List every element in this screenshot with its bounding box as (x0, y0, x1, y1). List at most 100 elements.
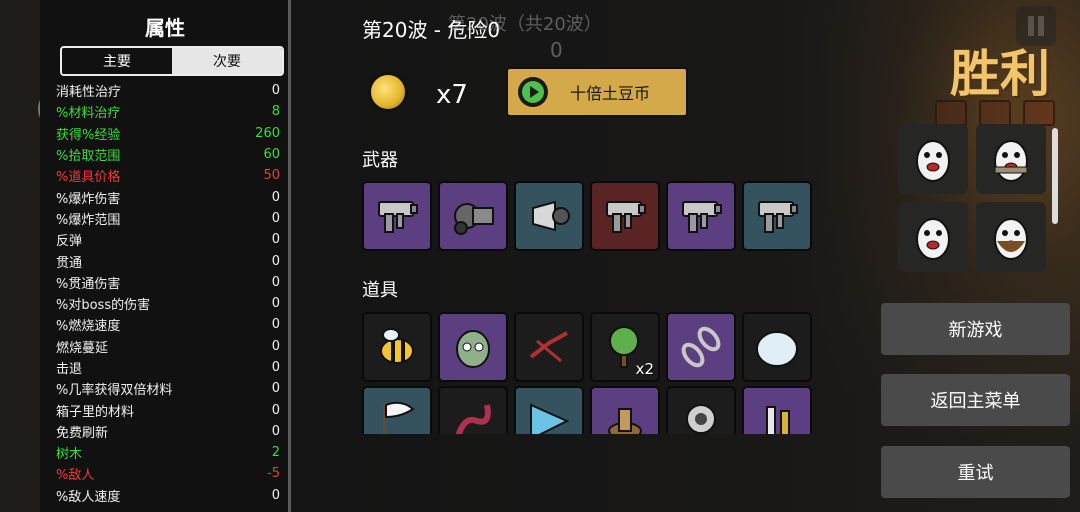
character-slot[interactable] (976, 124, 1046, 194)
stat-row: 箱子里的材料 0 (56, 399, 280, 420)
inventory-slot[interactable] (742, 181, 812, 251)
inventory-slot[interactable] (666, 312, 736, 382)
stat-value: 0 (271, 423, 280, 439)
stat-value: 0 (271, 296, 280, 312)
stat-row: %燃烧速度 0 (56, 314, 280, 335)
stats-list[interactable]: 消耗性治疗 0 %材料治疗 8 获得%经验 260 %拾取范围 60 %道具价格 50 %爆炸伤害 0… (56, 80, 280, 506)
wave-title: 第20波 - 危险0 (362, 18, 501, 42)
stat-label: 箱子里的材料 (56, 404, 135, 420)
stat-label: 获得%经验 (56, 127, 121, 143)
stat-label: %材料治疗 (56, 106, 121, 122)
stat-row: %材料治疗 8 (56, 101, 280, 122)
inventory-slot[interactable] (666, 386, 736, 434)
stat-row: 免费刷新 0 (56, 421, 280, 442)
stat-row: %对boss的伤害 0 (56, 293, 280, 314)
inventory-slot[interactable]: x2 (590, 312, 660, 382)
new-game-button[interactable]: 新游戏 (881, 303, 1070, 355)
tentacle-icon (455, 404, 491, 434)
stat-row: %爆炸伤害 0 (56, 186, 280, 207)
stat-value: 0 (271, 210, 280, 226)
inventory-slot[interactable] (438, 181, 508, 251)
tab-primary[interactable]: 主要 (62, 48, 172, 74)
character-slot[interactable] (898, 202, 968, 272)
stats-title: 属性 (145, 16, 185, 40)
stat-label: %爆炸伤害 (56, 191, 121, 207)
zombie-head-icon (456, 330, 490, 368)
statue-icon (766, 406, 790, 434)
victory-title: 胜利 (950, 45, 1050, 103)
play-icon (518, 77, 548, 107)
stat-label: 燃烧蔓延 (56, 340, 109, 356)
inventory-slot[interactable] (514, 181, 584, 251)
stat-label: %贯通伤害 (56, 276, 121, 292)
inventory-slot[interactable] (362, 181, 432, 251)
inventory-slot[interactable] (742, 312, 812, 382)
stat-row: 消耗性治疗 0 (56, 80, 280, 101)
weapons-grid (362, 181, 812, 251)
coin-count: x7 (436, 80, 468, 110)
stat-row: %贯通伤害 0 (56, 272, 280, 293)
inventory-slot[interactable] (590, 386, 660, 434)
inventory-slot[interactable] (438, 312, 508, 382)
bee-icon (380, 328, 414, 364)
potato-coin-icon (368, 72, 408, 112)
inventory-slot[interactable] (514, 386, 584, 434)
stat-label: %道具价格 (56, 170, 121, 186)
stump-icon (608, 408, 642, 434)
stat-label: 树木 (56, 447, 83, 463)
stat-row: 获得%经验 260 (56, 123, 280, 144)
retry-button[interactable]: 重试 (881, 446, 1070, 498)
items-grid-row2 (362, 386, 812, 434)
potato-bearded-icon (994, 218, 1028, 260)
snowball-icon (756, 331, 798, 367)
stat-label: 反弹 (56, 234, 83, 250)
potato-scarf-icon (994, 140, 1028, 182)
stat-value: 0 (271, 253, 280, 269)
stat-label: %爆炸范围 (56, 212, 121, 228)
stat-label: %几率获得双倍材料 (56, 383, 173, 399)
smg-icon (758, 201, 798, 233)
stat-row: 燃烧蔓延 0 (56, 336, 280, 357)
stat-row: %敌人 -5 (56, 463, 280, 484)
weapons-heading: 武器 (362, 150, 398, 171)
background-wave-counter: 0 (550, 38, 563, 62)
items-grid-row1: x2 (362, 312, 812, 382)
stat-row: %拾取范围 60 (56, 144, 280, 165)
stat-value: 60 (263, 147, 280, 163)
item-count: x2 (635, 360, 654, 378)
tenfold-coin-button[interactable]: 十倍土豆币 (506, 67, 688, 117)
stat-value: 0 (271, 338, 280, 354)
stat-value: 0 (271, 360, 280, 375)
stat-value: 0 (271, 381, 280, 397)
tenfold-coin-label: 十倍土豆币 (570, 84, 651, 103)
stat-label: 击退 (56, 362, 83, 377)
inventory-slot[interactable] (590, 181, 660, 251)
stat-value: 0 (271, 402, 280, 418)
inventory-slot[interactable] (514, 312, 584, 382)
stat-value: 0 (271, 274, 280, 290)
character-slot[interactable] (976, 202, 1046, 272)
inventory-slot[interactable] (438, 386, 508, 434)
stat-label: %对boss的伤害 (56, 298, 151, 314)
stat-value: 0 (271, 189, 280, 205)
chain-link-icon (681, 326, 721, 368)
stat-value: 0 (271, 83, 280, 99)
character-scrollbar[interactable] (1052, 128, 1058, 224)
inventory-slot[interactable] (742, 386, 812, 434)
stat-label: 免费刷新 (56, 425, 109, 441)
inventory-slot[interactable] (666, 181, 736, 251)
potato-happy-icon (916, 218, 950, 260)
inventory-slot[interactable] (362, 312, 432, 382)
stat-value: 2 (271, 445, 280, 461)
smg-icon (606, 201, 646, 233)
stat-row: %爆炸范围 0 (56, 208, 280, 229)
smg-icon (378, 201, 418, 233)
character-slot[interactable] (898, 124, 968, 194)
main-menu-button[interactable]: 返回主菜单 (881, 374, 1070, 426)
tab-secondary[interactable]: 次要 (172, 48, 282, 74)
stat-label: 消耗性治疗 (56, 85, 122, 101)
items-grid-clip (362, 386, 814, 434)
stat-value: 0 (271, 317, 280, 333)
stat-value: 260 (255, 125, 280, 141)
inventory-slot[interactable] (362, 386, 432, 434)
